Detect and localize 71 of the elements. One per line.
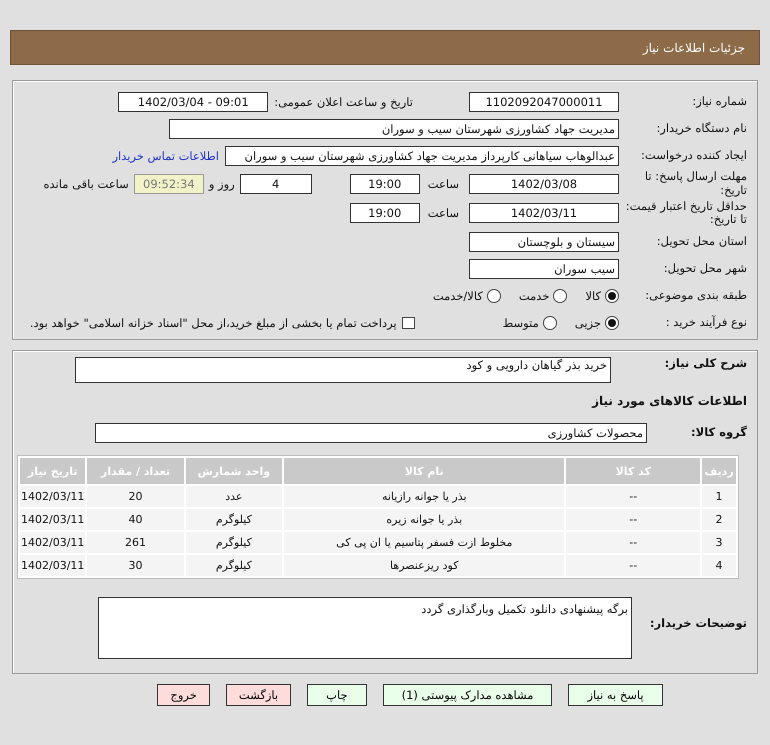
table-cell: 1 [702,486,736,507]
field-label: طبقه بندی موضوعی: [644,288,747,303]
field-label: تاریخ و ساعت اعلان عمومی: [273,94,414,108]
field-label: نوع فرآیند خرید : [664,316,747,330]
treasury-checkbox[interactable] [402,316,415,329]
table-cell: 261 [87,532,184,553]
field-label: گروه کالا: [690,426,747,440]
field-label: ساعت [426,206,460,220]
table-cell: -- [566,486,700,507]
deadline-date-field: 1402/03/08 [469,174,619,194]
table-cell: بذر یا جوانه زیره [284,509,564,530]
table-cell: -- [566,509,700,530]
field-label: نام دستگاه خریدار: [655,122,747,136]
field-label: توضیحات خریدار: [648,615,747,631]
table-cell: 2 [702,509,736,530]
table-cell: کیلوگرم [186,555,282,576]
field-label: شرح کلی نیاز: [664,357,747,371]
field-label: شهر محل تحویل: [662,262,747,276]
field-label: ساعت باقی مانده [42,176,130,191]
table-cell: عدد [186,486,282,507]
category-radio[interactable]: کالا [585,288,619,303]
action-button[interactable]: پاسخ به نیاز [568,684,663,706]
buyer-org-field: مدیریت جهاد کشاورزی شهرستان سیب و سوران [169,118,619,138]
action-button[interactable]: بازگشت [226,684,292,706]
days-field: 4 [240,174,312,194]
table-cell: 1402/03/11 [20,532,86,553]
action-button[interactable]: خروج [157,684,210,706]
table-cell: کیلوگرم [186,532,282,553]
validity-time-field: 19:00 [350,203,420,224]
category-radio[interactable]: کالا/خدمت [432,288,501,303]
table-cell: کیلوگرم [186,509,282,530]
table-cell: 1402/03/11 [20,486,86,507]
city-field: سیب سوران [469,258,619,279]
table-cell: 40 [87,509,184,530]
checkbox-label: پرداخت تمام یا بخشی از مبلغ خرید،از محل "اسناد خزانه اسلامی" خواهد بود. [30,316,397,330]
table-cell: -- [566,555,700,576]
process-radio[interactable]: متوسط [502,316,557,330]
field-label: ساعت [426,176,460,191]
need-number-field: 1102092047000011 [469,92,619,112]
table-cell: 1402/03/11 [20,555,86,576]
validity-date-field: 1402/03/11 [469,203,619,224]
table-cell: مخلوط ازت فسفر پتاسیم یا ان پی کی [284,532,564,553]
province-field: سیستان و بلوچستان [469,232,619,252]
deadline-time-field: 19:00 [350,174,420,194]
description-field: خرید بذر گیاهان دارویی و کود [75,357,611,383]
table-cell: -- [566,532,700,553]
announce-date-field: 1402/03/04 - 09:01 [118,92,268,112]
table-cell: 3 [702,532,736,553]
field-label: حداقل تاریخ اعتبار قیمت: تا تاریخ: [624,200,747,228]
field-label: روز و [207,176,236,191]
table-cell: 30 [87,555,184,576]
action-button[interactable]: مشاهده مدارک پیوستی (1) [382,684,552,706]
field-label: ایجاد کننده درخواست: [640,148,747,162]
page-title: جزئیات اطلاعات نیاز [642,40,745,54]
process-radio[interactable]: جزیی [574,316,619,330]
field-label: شماره نیاز: [691,94,747,108]
buyer-notes-field: برگه پیشنهادی دانلود تکمیل وبارگذاری گردد [98,597,632,659]
section-title: اطلاعات کالاهای مورد نیاز [592,392,747,408]
table-cell: 20 [87,486,184,507]
table-cell: 1402/03/11 [20,509,86,530]
category-radio[interactable]: خدمت [518,288,568,303]
table-cell: کود ریزعنصرها [284,555,564,576]
field-label: استان محل تحویل: [656,234,747,249]
remaining-time-field: 09:52:34 [134,174,204,194]
table-cell: بذر یا جوانه رازیانه [284,486,564,507]
buyer-contact-link[interactable]: اطلاعات تماس خریدار [112,148,219,162]
action-button[interactable]: چاپ [307,684,367,706]
table-cell: 4 [702,555,736,576]
goods-group-field: محصولات کشاورزی [95,422,647,442]
field-label: مهلت ارسال پاسخ: تا تاریخ: [644,170,747,198]
requester-field: عبدالوهاب سیاهانی کارپرداز مدیریت جهاد کشاورزی شهرستان سیب و سوران [225,146,619,166]
